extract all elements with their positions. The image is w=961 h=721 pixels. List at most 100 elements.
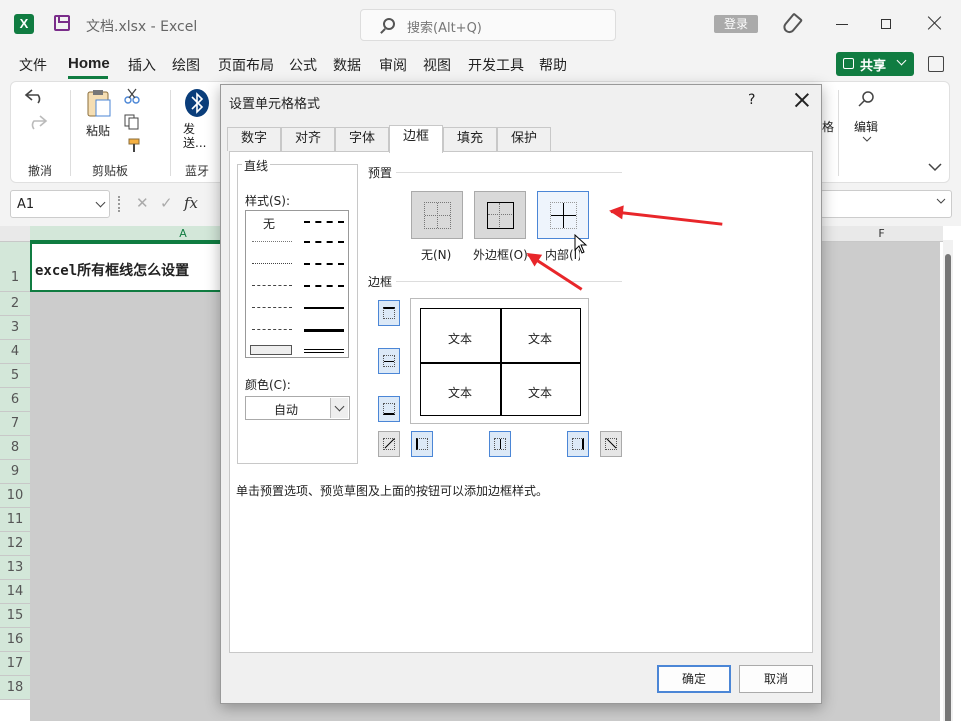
help-button[interactable]: ? — [748, 92, 755, 108]
line-style-option[interactable] — [304, 241, 344, 243]
cancel-button[interactable]: 取消 — [739, 665, 813, 693]
line-style-option[interactable] — [252, 329, 292, 330]
line-style-option[interactable] — [304, 329, 344, 332]
maximize-icon[interactable] — [881, 19, 891, 29]
row-header[interactable]: 4 — [0, 340, 30, 364]
tab-protection[interactable]: 保护 — [497, 127, 551, 151]
insert-function-icon[interactable]: fx — [184, 194, 198, 212]
row-header[interactable]: 9 — [0, 460, 30, 484]
menu-insert[interactable]: 插入 — [128, 55, 156, 75]
tab-number[interactable]: 数字 — [227, 127, 281, 151]
row-header[interactable]: 12 — [0, 532, 30, 556]
bluetooth-icon[interactable] — [184, 88, 210, 118]
line-style-option[interactable] — [304, 221, 344, 223]
border-middle-horizontal-button[interactable] — [378, 348, 400, 374]
formula-input[interactable] — [820, 190, 952, 218]
undo-icon[interactable] — [22, 86, 52, 104]
border-top-button[interactable] — [378, 300, 400, 326]
formula-expand-icon[interactable] — [936, 198, 946, 206]
row-header[interactable]: 5 — [0, 364, 30, 388]
menu-help[interactable]: 帮助 — [539, 55, 567, 75]
line-style-option[interactable] — [252, 307, 292, 308]
line-style-option[interactable] — [304, 263, 344, 265]
line-style-option[interactable] — [252, 263, 292, 264]
color-select[interactable]: 自动 — [245, 396, 350, 420]
border-diagonal-down-button[interactable] — [600, 431, 622, 457]
edit-label[interactable]: 编辑 — [854, 118, 878, 135]
find-icon[interactable] — [858, 90, 876, 108]
line-style-option[interactable] — [252, 241, 292, 242]
save-icon[interactable] — [54, 15, 70, 31]
row-header[interactable]: 16 — [0, 628, 30, 652]
dialog-close-icon[interactable] — [795, 93, 809, 107]
border-bottom-button[interactable] — [378, 396, 400, 422]
row-header[interactable]: 15 — [0, 604, 30, 628]
copy-icon[interactable] — [124, 114, 140, 130]
grid-cells-row1[interactable] — [820, 242, 940, 292]
paste-icon[interactable] — [84, 88, 114, 120]
row-header[interactable]: 17 — [0, 652, 30, 676]
menu-draw[interactable]: 绘图 — [172, 55, 200, 75]
chevron-down-icon[interactable] — [95, 197, 106, 208]
vertical-scrollbar[interactable] — [943, 240, 953, 721]
comment-icon[interactable] — [928, 56, 944, 72]
tab-alignment[interactable]: 对齐 — [281, 127, 335, 151]
row-header[interactable]: 10 — [0, 484, 30, 508]
login-button[interactable]: 登录 — [714, 15, 758, 33]
row-header[interactable]: 3 — [0, 316, 30, 340]
line-style-option-selected[interactable] — [250, 345, 292, 355]
menu-data[interactable]: 数据 — [333, 55, 361, 75]
enter-icon[interactable]: ✓ — [160, 194, 173, 212]
menu-formulas[interactable]: 公式 — [289, 55, 317, 75]
row-header[interactable]: 6 — [0, 388, 30, 412]
minimize-icon[interactable] — [836, 24, 848, 25]
format-painter-icon[interactable] — [126, 138, 142, 154]
menu-view[interactable]: 视图 — [423, 55, 451, 75]
row-header[interactable]: 2 — [0, 292, 30, 316]
row-header[interactable]: 8 — [0, 436, 30, 460]
edit-chevron-icon[interactable] — [862, 136, 872, 144]
preset-none-button[interactable] — [411, 191, 463, 239]
border-diagonal-up-button[interactable] — [378, 431, 400, 457]
menu-review[interactable]: 审阅 — [379, 55, 407, 75]
line-style-option[interactable] — [304, 307, 344, 309]
row-header[interactable]: 18 — [0, 676, 30, 700]
line-style-option[interactable] — [252, 285, 292, 286]
send-label[interactable]: 发送... — [183, 122, 206, 150]
line-style-option[interactable] — [304, 349, 344, 353]
formula-bar-grip[interactable] — [118, 196, 120, 212]
line-style-list[interactable]: 无 — [245, 210, 349, 358]
row-header[interactable]: 14 — [0, 580, 30, 604]
menu-home[interactable]: Home — [68, 55, 110, 72]
ok-button[interactable]: 确定 — [657, 665, 731, 693]
tab-fill[interactable]: 填充 — [443, 127, 497, 151]
border-left-button[interactable] — [411, 431, 433, 457]
border-preview[interactable]: 文本 文本 文本 文本 — [410, 298, 589, 424]
cell-a1[interactable]: excel所有框线怎么设置 — [30, 242, 230, 292]
preset-inside-button[interactable] — [537, 191, 589, 239]
search-box[interactable]: 搜索(Alt+Q) — [360, 9, 616, 41]
row-header[interactable]: 1 — [0, 242, 30, 292]
tab-border[interactable]: 边框 — [389, 125, 443, 153]
menu-page-layout[interactable]: 页面布局 — [218, 55, 274, 75]
share-button[interactable]: 共享 — [836, 52, 914, 76]
border-right-button[interactable] — [567, 431, 589, 457]
chevron-down-icon[interactable] — [330, 398, 348, 418]
tab-font[interactable]: 字体 — [335, 127, 389, 151]
menu-developer[interactable]: 开发工具 — [468, 55, 524, 75]
row-header[interactable]: 11 — [0, 508, 30, 532]
pen-icon[interactable] — [780, 12, 804, 36]
line-style-option[interactable] — [304, 285, 344, 287]
row-header[interactable]: 7 — [0, 412, 30, 436]
close-window-icon[interactable] — [928, 16, 942, 30]
cut-icon[interactable] — [124, 88, 140, 104]
border-middle-vertical-button[interactable] — [489, 431, 511, 457]
menu-file[interactable]: 文件 — [19, 55, 47, 75]
cancel-icon[interactable]: ✕ — [136, 194, 149, 212]
row-header[interactable]: 13 — [0, 556, 30, 580]
ribbon-collapse-icon[interactable] — [928, 162, 942, 172]
select-all-corner[interactable] — [0, 226, 30, 242]
line-style-none[interactable]: 无 — [263, 215, 275, 232]
paste-label[interactable]: 粘贴 — [86, 122, 110, 139]
name-box[interactable]: A1 — [10, 190, 110, 218]
